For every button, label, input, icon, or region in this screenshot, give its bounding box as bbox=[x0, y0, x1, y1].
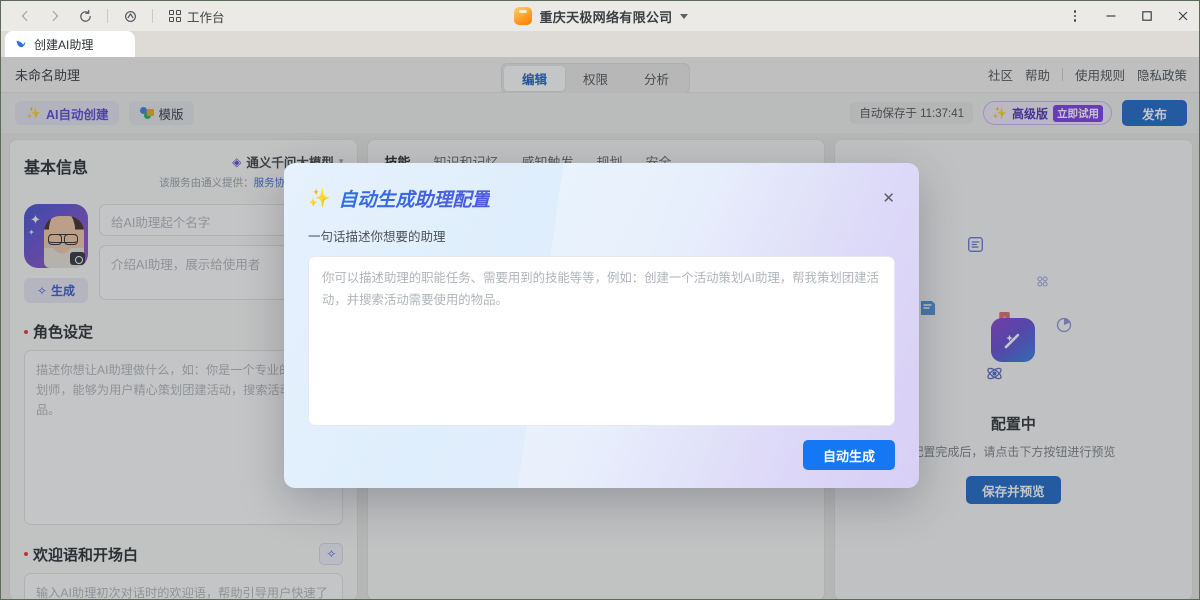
workspace-label: 工作台 bbox=[187, 7, 225, 26]
auto-generate-button[interactable]: 自动生成 bbox=[803, 440, 895, 470]
ai-sparkle-icon: ✨ bbox=[308, 188, 330, 209]
tab-strip: 创建AI助理 bbox=[1, 31, 1200, 57]
close-icon[interactable] bbox=[1165, 1, 1200, 31]
reload-icon[interactable] bbox=[71, 4, 99, 28]
more-vertical-icon[interactable] bbox=[1057, 1, 1093, 31]
close-icon[interactable]: ✕ bbox=[882, 191, 895, 206]
dialog-header: ✨ 自动生成助理配置 ✕ bbox=[284, 163, 919, 212]
auto-generate-config-dialog: ✨ 自动生成助理配置 ✕ 一句话描述你想要的助理 你可以描述助理的职能任务、需要… bbox=[284, 163, 919, 488]
divider bbox=[107, 9, 108, 23]
window-controls bbox=[1057, 1, 1200, 31]
tab-label: 创建AI助理 bbox=[34, 36, 93, 53]
dialog-title: 自动生成助理配置 bbox=[338, 185, 490, 212]
assistant-description-textarea[interactable]: 你可以描述助理的职能任务、需要用到的技能等等，例如：创建一个活动策划AI助理，帮… bbox=[308, 256, 895, 426]
grid-icon bbox=[169, 10, 181, 22]
browser-tab-create-ai-assistant[interactable]: 创建AI助理 bbox=[5, 31, 135, 57]
chevron-down-icon[interactable] bbox=[680, 14, 688, 19]
dots-glyph bbox=[1074, 10, 1077, 22]
minimize-icon[interactable] bbox=[1093, 1, 1129, 31]
dialog-footer: 自动生成 bbox=[284, 426, 919, 470]
workspace-button[interactable]: 工作台 bbox=[161, 5, 233, 28]
bird-icon bbox=[15, 38, 27, 50]
app-window: 工作台 重庆天极网络有限公司 bbox=[0, 0, 1200, 600]
org-logo-icon bbox=[514, 7, 532, 25]
title-bar: 工作台 重庆天极网络有限公司 bbox=[1, 1, 1200, 31]
nav-button-group: 工作台 bbox=[1, 4, 233, 28]
home-icon[interactable] bbox=[116, 4, 144, 28]
back-icon[interactable] bbox=[11, 4, 39, 28]
maximize-icon[interactable] bbox=[1129, 1, 1165, 31]
dialog-field-label: 一句话描述你想要的助理 bbox=[284, 212, 919, 245]
forward-icon[interactable] bbox=[41, 4, 69, 28]
divider bbox=[152, 9, 153, 23]
org-name: 重庆天极网络有限公司 bbox=[539, 7, 672, 26]
